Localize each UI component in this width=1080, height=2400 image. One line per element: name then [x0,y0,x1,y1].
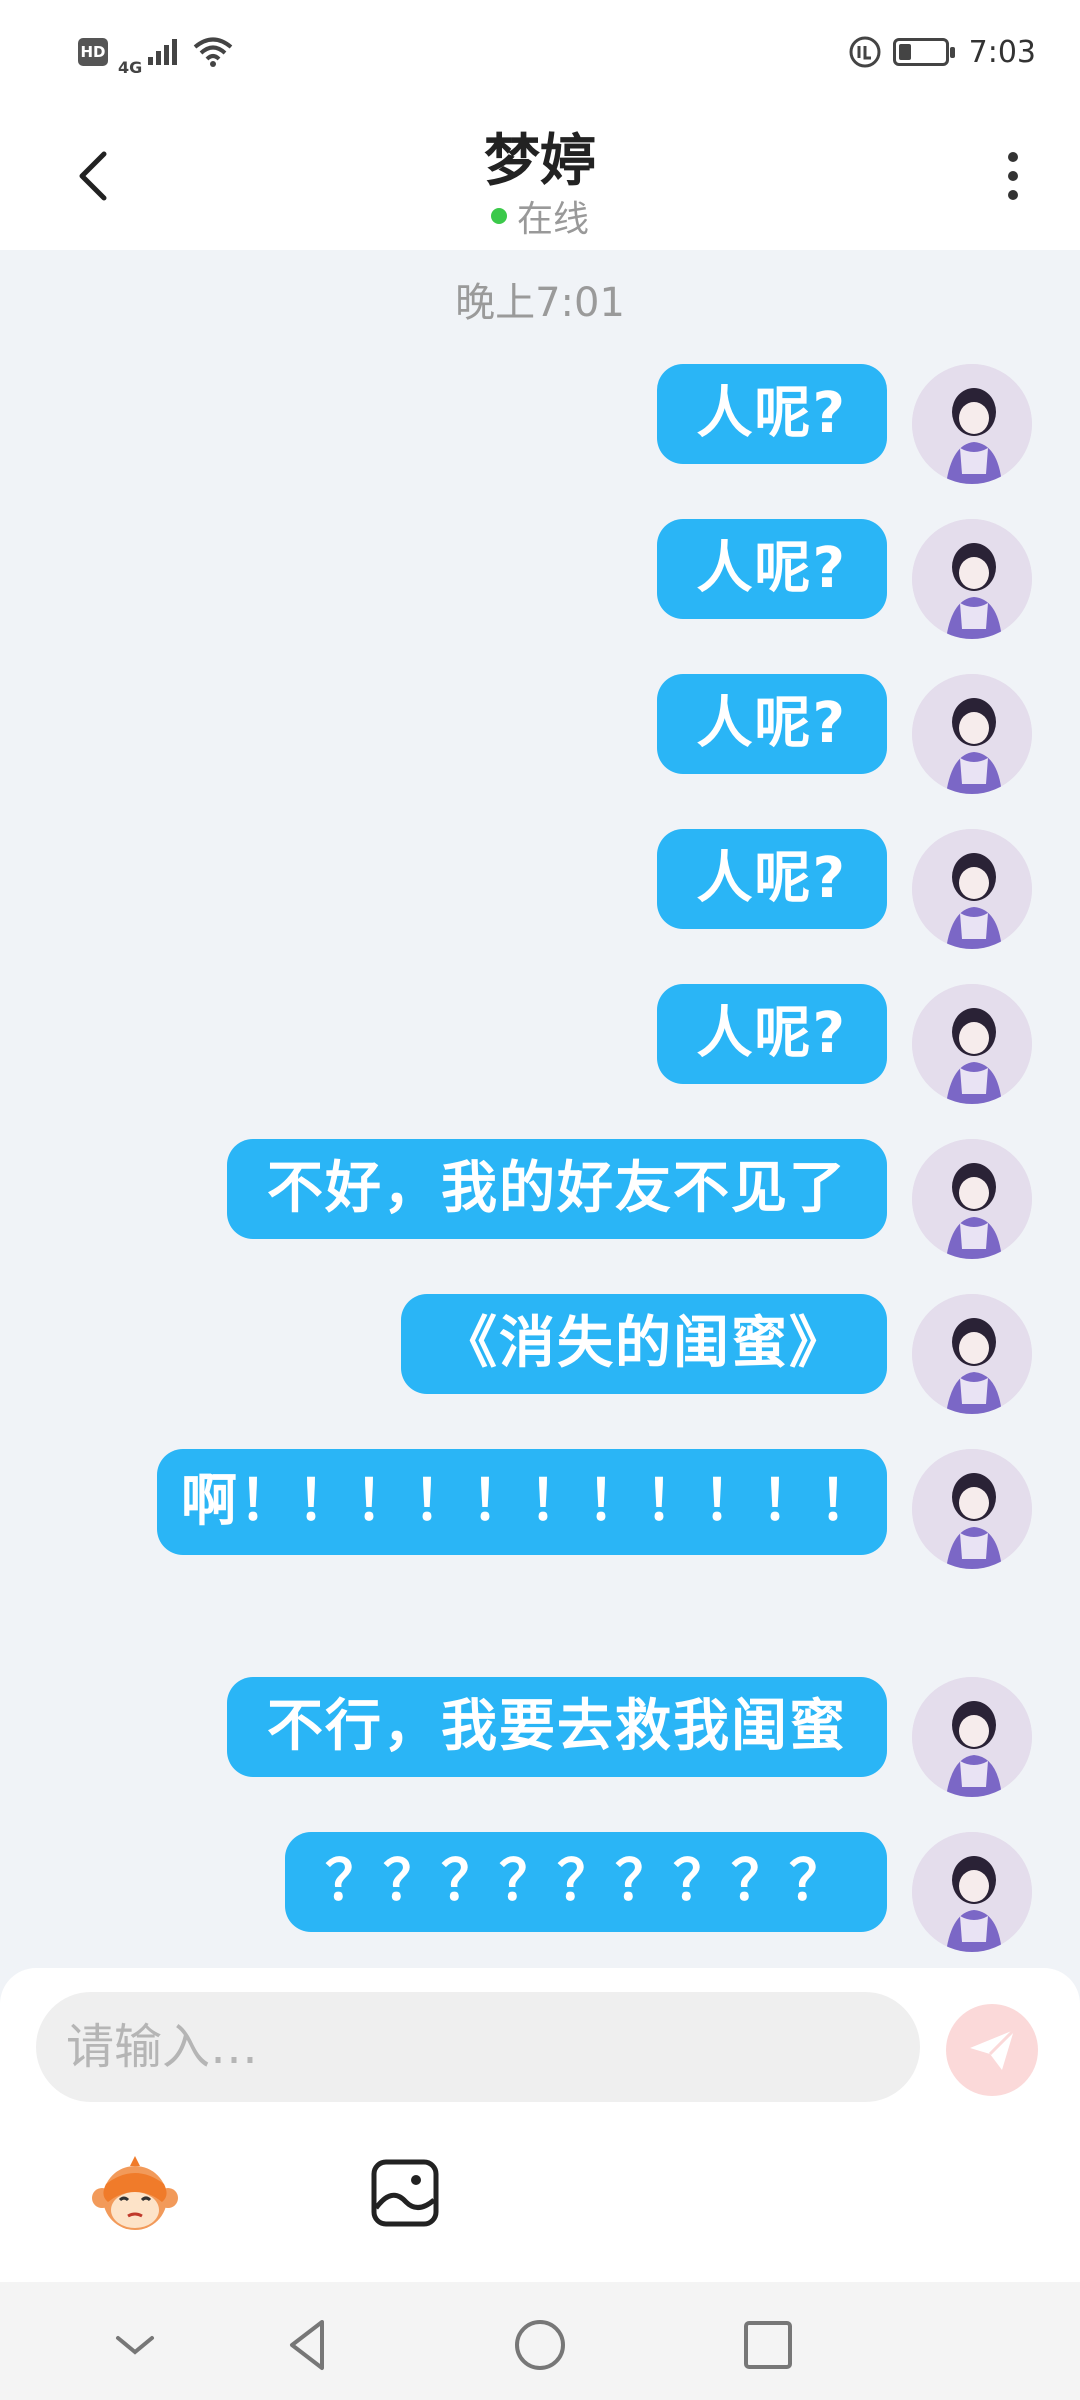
message-timestamp: 晚上7:01 [455,280,625,326]
signal-icon [148,39,178,65]
message-bubble[interactable]: 人呢? [656,674,887,774]
battery-icon [892,38,955,66]
more-vertical-icon [1008,152,1018,162]
message-row: 不好，我的好友不见了 [0,1139,1080,1269]
paper-plane-icon [970,2028,1016,2070]
square-recents-icon [744,2321,792,2369]
message-composer [0,1968,1080,2282]
avatar[interactable] [912,674,1032,794]
avatar[interactable] [912,1139,1032,1259]
message-bubble[interactable]: ？？？？？？？？？ [285,1832,887,1932]
network-type: 4G [118,57,143,77]
message-bubble[interactable]: 人呢? [656,984,887,1084]
contact-name: 梦婷 [484,129,596,194]
circle-home-icon [515,2320,565,2370]
avatar[interactable] [912,829,1032,949]
hd-badge: HD [78,38,108,66]
message-row: 人呢? [0,984,1080,1114]
chevron-down-icon [116,2336,154,2355]
avatar[interactable] [912,1832,1032,1952]
status-left: HD 4G [78,28,234,77]
status-bar: HD 4G 7:03 [0,0,1080,104]
avatar[interactable] [912,364,1032,484]
message-row: ？？？？？？？？？ [0,1832,1080,1962]
online-status-label: 在线 [516,199,589,240]
more-options-button[interactable] [998,146,1028,206]
avatar[interactable] [912,1677,1032,1797]
message-row: 不行，我要去救我闺蜜 [0,1677,1080,1807]
status-time: 7:03 [968,34,1036,70]
message-row: 人呢? [0,829,1080,959]
avatar[interactable] [912,984,1032,1104]
message-row: 啊！！！！！！！！！！！ [0,1449,1080,1639]
avatar[interactable] [912,519,1032,639]
nav-hide-keyboard-button[interactable] [100,2310,170,2380]
monkey-emoji-icon [92,2156,178,2230]
data-saver-icon [849,36,881,68]
avatar[interactable] [912,1294,1032,1414]
message-bubble[interactable]: 《消失的闺蜜》 [401,1294,887,1394]
nav-home-button[interactable] [505,2310,575,2380]
message-bubble[interactable]: 人呢? [656,519,887,619]
chat-header: 梦婷 在线 [0,104,1080,250]
system-nav-bar [0,2282,1080,2400]
emoji-button[interactable] [90,2152,180,2242]
chat-messages[interactable]: 晚上7:01 人呢? 人呢? 人呢? 人呢? 人呢? 不好，我的好友不见了 《消… [0,250,1080,1968]
wifi-icon [193,37,233,67]
avatar[interactable] [912,1449,1032,1569]
online-dot-icon [490,208,507,224]
message-row: 人呢? [0,674,1080,804]
message-row: 人呢? [0,519,1080,649]
image-icon [371,2159,439,2227]
message-bubble[interactable]: 不行，我要去救我闺蜜 [227,1677,887,1777]
online-status: 在线 [0,190,1080,242]
status-right: 7:03 [847,34,1036,70]
message-row: 《消失的闺蜜》 [0,1294,1080,1424]
nav-recents-button[interactable] [733,2310,803,2380]
send-button[interactable] [946,2004,1038,2096]
message-bubble[interactable]: 啊！！！！！！！！！！！ [157,1449,887,1555]
image-button[interactable] [370,2158,440,2228]
message-row: 人呢? [0,364,1080,494]
message-bubble[interactable]: 不好，我的好友不见了 [227,1139,887,1239]
message-bubble[interactable]: 人呢? [656,829,887,929]
triangle-back-icon [290,2320,324,2370]
message-bubble[interactable]: 人呢? [656,364,887,464]
nav-back-button[interactable] [274,2310,344,2380]
message-input[interactable] [36,1992,920,2102]
